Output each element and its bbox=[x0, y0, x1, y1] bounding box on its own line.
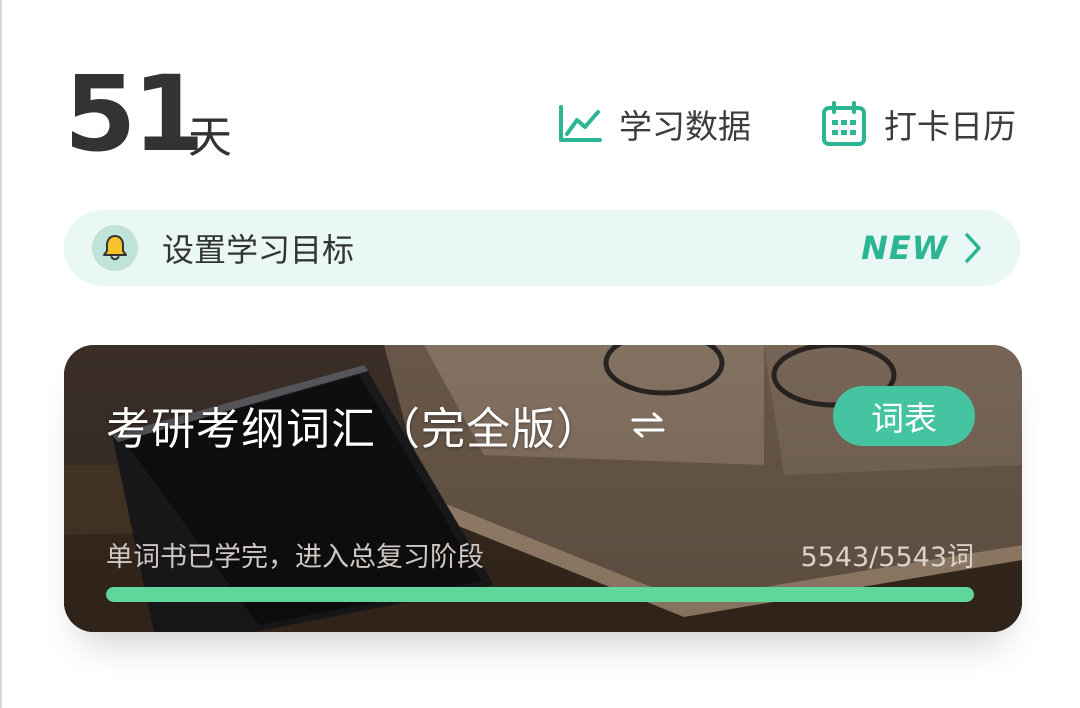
new-badge: NEW bbox=[861, 229, 948, 267]
streak-days-unit: 天 bbox=[188, 112, 232, 163]
bell-icon bbox=[103, 235, 127, 261]
study-data-label: 学习数据 bbox=[619, 107, 751, 146]
checkin-calendar-label: 打卡日历 bbox=[884, 107, 1016, 146]
book-status-text: 单词书已学完，进入总复习阶段 bbox=[106, 542, 484, 573]
home-screen: 51 天 学习数据 打卡日历 设置学习目标 NEW 考研考纲词汇（完全版） 词表… bbox=[0, 0, 1080, 708]
streak-days-count: 51 bbox=[64, 53, 205, 175]
word-book-card[interactable]: 考研考纲词汇（完全版） 词表 单词书已学完，进入总复习阶段 5543/5543词 bbox=[64, 345, 1022, 632]
book-title: 考研考纲词汇（完全版） bbox=[106, 404, 601, 455]
book-title-row: 考研考纲词汇（完全版） bbox=[106, 393, 665, 457]
book-progress-fill bbox=[106, 587, 974, 602]
word-list-button[interactable]: 词表 bbox=[833, 386, 975, 446]
study-data-link[interactable]: 学习数据 bbox=[557, 98, 751, 150]
set-study-goal-banner[interactable]: 设置学习目标 NEW bbox=[64, 210, 1020, 286]
chevron-right-icon bbox=[965, 233, 981, 263]
calendar-icon bbox=[822, 101, 866, 146]
book-progress-bar bbox=[106, 587, 974, 602]
book-word-count: 5543/5543词 bbox=[800, 542, 974, 573]
bell-icon-badge bbox=[92, 225, 138, 271]
set-study-goal-label: 设置学习目标 bbox=[162, 231, 355, 269]
checkin-calendar-link[interactable]: 打卡日历 bbox=[820, 98, 1016, 150]
switch-arrows-icon[interactable] bbox=[631, 412, 665, 438]
line-chart-icon bbox=[559, 105, 602, 142]
